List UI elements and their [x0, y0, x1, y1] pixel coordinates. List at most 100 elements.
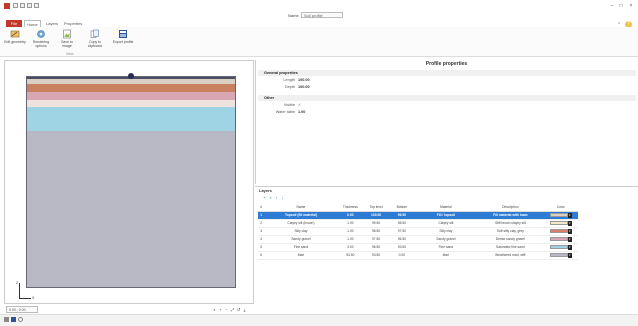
- minimize-button[interactable]: –: [608, 3, 616, 9]
- table-row[interactable]: 2 Clayey silt (brown) 1.00 99.50 98.50 Clayey…: [258, 219, 578, 228]
- cell-bottom[interactable]: 97.50: [388, 227, 415, 236]
- color-dropdown-icon[interactable]: ▾: [567, 212, 572, 218]
- profile-layer-6[interactable]: [27, 131, 235, 287]
- column-header[interactable]: Bottom: [388, 204, 415, 212]
- profile-layer-2[interactable]: [27, 84, 235, 92]
- profile-layer-4[interactable]: [27, 100, 235, 107]
- maximize-button[interactable]: □: [617, 3, 625, 9]
- cell-thickness[interactable]: 1.00: [337, 227, 364, 236]
- column-header[interactable]: Material: [414, 204, 478, 212]
- cell-color[interactable]: ▾: [543, 235, 578, 244]
- tab-file[interactable]: File: [6, 20, 22, 27]
- cell-top-level[interactable]: 98.50: [363, 227, 389, 236]
- cell-name[interactable]: Fine sand: [264, 243, 338, 252]
- color-dropdown-icon[interactable]: ▾: [567, 252, 572, 258]
- property-row-length[interactable]: Length 100.00: [258, 77, 636, 83]
- info-icon[interactable]: [18, 317, 23, 322]
- cell-material[interactable]: Fine sand: [414, 243, 478, 252]
- zoom-search-button[interactable]: ⌕: [212, 307, 217, 312]
- cell-bottom[interactable]: 99.50: [388, 211, 415, 220]
- table-row[interactable]: 3 Silty clay 1.00 98.50 97.50 Silty clay Soft …: [258, 227, 578, 236]
- general-properties-header[interactable]: General properties: [258, 70, 636, 76]
- cell-thickness[interactable]: 0.50: [337, 211, 364, 220]
- cell-description[interactable]: Soft silty clay, grey: [477, 227, 544, 236]
- cell-color[interactable]: ▾: [543, 227, 578, 236]
- cell-description[interactable]: Stiff brown clayey silt: [477, 219, 544, 228]
- color-swatch[interactable]: [549, 237, 568, 241]
- settings-icon[interactable]: [4, 317, 9, 322]
- property-value[interactable]: 1.00: [298, 109, 305, 115]
- column-header[interactable]: Description: [477, 204, 544, 212]
- cell-thickness[interactable]: 3.00: [337, 243, 364, 252]
- color-dropdown-icon[interactable]: ▾: [567, 236, 572, 242]
- zoom-in-button[interactable]: +: [218, 307, 223, 312]
- color-swatch[interactable]: [549, 213, 568, 217]
- cell-name[interactable]: Marl: [264, 251, 338, 260]
- cell-thickness[interactable]: 93.50: [337, 251, 364, 260]
- other-properties-header[interactable]: Other: [258, 95, 636, 101]
- cell-thickness[interactable]: 1.00: [337, 235, 364, 244]
- column-header[interactable]: Thickness: [337, 204, 364, 212]
- cell-top-level[interactable]: 99.50: [363, 219, 389, 228]
- cell-color[interactable]: ▾: [543, 211, 578, 220]
- property-value[interactable]: 100.00: [298, 84, 310, 90]
- property-row-visible[interactable]: Visible ✓: [258, 102, 636, 108]
- property-value[interactable]: 100.00: [298, 77, 310, 83]
- cell-top-level[interactable]: 100.00: [363, 211, 389, 220]
- profile-layer-3[interactable]: [27, 92, 235, 100]
- color-dropdown-icon[interactable]: ▾: [567, 220, 572, 226]
- cell-top-level[interactable]: 96.50: [363, 243, 389, 252]
- zoom-fit-button[interactable]: ⤢: [230, 307, 235, 312]
- cell-material[interactable]: Marl: [414, 251, 478, 260]
- cell-description[interactable]: Fill material with loam: [477, 211, 544, 220]
- table-row[interactable]: 4 Sandy gravel 1.00 97.50 96.50 Sandy gravel D…: [258, 235, 578, 244]
- cell-description[interactable]: Dense sandy gravel: [477, 235, 544, 244]
- coordinate-field[interactable]: 0.00 ; 0.00: [6, 306, 38, 313]
- copy-to-clipboard-button[interactable]: Copy to clipboard: [84, 29, 106, 53]
- quick-undo-icon[interactable]: [20, 3, 25, 8]
- close-button[interactable]: ×: [627, 3, 635, 9]
- save-to-image-button[interactable]: Save to image: [56, 29, 78, 53]
- cell-color[interactable]: ▾: [543, 251, 578, 260]
- cell-name[interactable]: Sandy gravel: [264, 235, 338, 244]
- quick-save-icon[interactable]: [13, 3, 18, 8]
- zoom-out-button[interactable]: −: [224, 307, 229, 312]
- cell-top-level[interactable]: 97.50: [363, 235, 389, 244]
- cell-color[interactable]: ▾: [543, 243, 578, 252]
- color-dropdown-icon[interactable]: ▾: [567, 244, 572, 250]
- column-header[interactable]: Name: [264, 204, 338, 212]
- quick-access-dropdown-icon[interactable]: [34, 3, 39, 8]
- cell-material[interactable]: Sandy gravel: [414, 235, 478, 244]
- cell-top-level[interactable]: 93.50: [363, 251, 389, 260]
- table-row[interactable]: 1 Topsoil (fill material) 0.50 100.00 99.50 F…: [258, 211, 578, 220]
- rotate-button[interactable]: ↺: [236, 307, 241, 312]
- column-header[interactable]: Top level: [363, 204, 389, 212]
- save-icon[interactable]: [11, 317, 16, 322]
- cell-name[interactable]: Silty clay: [264, 227, 338, 236]
- download-button[interactable]: ⤓: [242, 307, 247, 312]
- cell-thickness[interactable]: 1.00: [337, 219, 364, 228]
- cell-name[interactable]: Clayey silt (brown): [264, 219, 338, 228]
- color-swatch[interactable]: [549, 221, 568, 225]
- title-field[interactable]: Soil profile: [301, 12, 343, 18]
- cell-material[interactable]: Fill / topsoil: [414, 211, 478, 220]
- color-swatch[interactable]: [549, 253, 568, 257]
- property-row-depth[interactable]: Depth 100.00: [258, 84, 636, 90]
- cell-bottom[interactable]: 0.00: [388, 251, 415, 260]
- soil-profile-drawing[interactable]: [26, 76, 236, 288]
- quick-redo-icon[interactable]: [27, 3, 32, 8]
- column-header[interactable]: Color: [543, 204, 578, 212]
- cell-description[interactable]: Saturated fine sand: [477, 243, 544, 252]
- edit-geometry-button[interactable]: Edit geometry: [4, 29, 26, 53]
- color-swatch[interactable]: [549, 229, 568, 233]
- delete-layer-button[interactable]: ×: [268, 195, 273, 200]
- table-row[interactable]: 6 Marl 93.50 93.50 0.00 Marl Weathered marl, s…: [258, 251, 578, 260]
- table-row[interactable]: 5 Fine sand 3.00 96.50 93.50 Fine sand Saturat…: [258, 243, 578, 252]
- cell-color[interactable]: ▾: [543, 219, 578, 228]
- resize-handle-icon[interactable]: [128, 73, 134, 79]
- cell-material[interactable]: Clayey silt: [414, 219, 478, 228]
- add-layer-button[interactable]: +: [262, 195, 267, 200]
- tab-properties[interactable]: Properties: [62, 20, 84, 27]
- rendering-options-button[interactable]: Rendering options: [30, 29, 52, 53]
- cell-bottom[interactable]: 98.50: [388, 219, 415, 228]
